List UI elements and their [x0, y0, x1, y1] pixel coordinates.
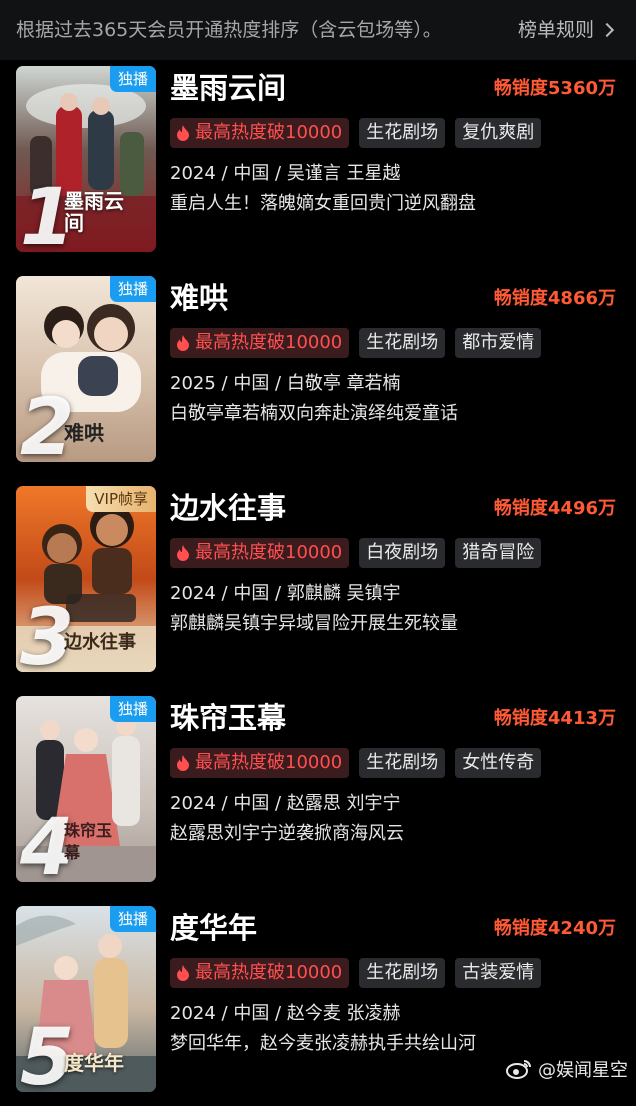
sales-index: 畅销度4240万: [493, 918, 616, 939]
poster-title-text: 难哄: [64, 421, 104, 445]
poster-title-text: 珠帘玉幕: [64, 821, 113, 862]
show-description: 梦回华年，赵今麦张凌赫执手共绘山河: [170, 1033, 476, 1054]
flame-icon: [177, 545, 189, 561]
theater-tag[interactable]: 生花剧场: [359, 328, 446, 358]
sales-index: 畅销度4866万: [493, 288, 616, 309]
show-meta: 2024 / 中国 / 赵露思 刘宇宁: [170, 793, 401, 814]
ranking-description: 根据过去365天会员开通热度排序（含云包场等）。: [16, 19, 442, 41]
weibo-watermark: @娱闻星空: [506, 1056, 628, 1082]
show-meta: 2024 / 中国 / 郭麒麟 吴镇宇: [170, 583, 401, 604]
weibo-icon: [506, 1060, 531, 1079]
poster-image[interactable]: 独播 4 珠帘玉幕: [16, 696, 156, 882]
heat-tag: 最高热度破10000: [170, 118, 350, 148]
exclusive-badge: 独播: [109, 66, 156, 92]
flame-icon: [177, 965, 189, 981]
tag-list: 最高热度破10000 生花剧场 都市爱情: [170, 328, 542, 358]
theater-tag[interactable]: 生花剧场: [359, 748, 446, 778]
theater-tag[interactable]: 生花剧场: [359, 958, 446, 988]
poster-image[interactable]: 独播 5 度华年: [16, 906, 156, 1092]
exclusive-badge: 独播: [109, 906, 156, 932]
tag-list: 最高热度破10000 生花剧场 古装爱情: [170, 958, 542, 988]
ranking-item[interactable]: 独播 4 珠帘玉幕 珠帘玉幕 畅销度4413万 最高热度破10000 生花剧场 …: [0, 696, 636, 896]
sales-index: 畅销度5360万: [493, 78, 616, 99]
genre-tag[interactable]: 女性传奇: [455, 748, 542, 778]
show-meta: 2025 / 中国 / 白敬亭 章若楠: [170, 373, 401, 394]
show-title[interactable]: 度华年: [170, 908, 257, 948]
heat-tag-label: 最高热度破10000: [195, 332, 343, 353]
heat-tag: 最高热度破10000: [170, 538, 350, 568]
sales-index: 畅销度4496万: [493, 498, 616, 519]
poster-title-text: 度华年: [64, 1051, 124, 1075]
show-description: 白敬亭章若楠双向奔赴演绎纯爱童话: [170, 403, 458, 424]
vip-badge: VIP帧享: [86, 486, 156, 512]
flame-icon: [177, 335, 189, 351]
heat-tag: 最高热度破10000: [170, 748, 350, 778]
show-description: 赵露思刘宇宁逆袭掀商海风云: [170, 823, 404, 844]
show-title[interactable]: 边水往事: [170, 488, 286, 528]
heat-tag-label: 最高热度破10000: [195, 542, 343, 563]
show-title[interactable]: 难哄: [170, 278, 228, 318]
genre-tag[interactable]: 都市爱情: [455, 328, 542, 358]
show-meta: 2024 / 中国 / 吴谨言 王星越: [170, 163, 401, 184]
ranking-rules-label: 榜单规则: [517, 19, 594, 41]
ranking-header: 根据过去365天会员开通热度排序（含云包场等）。 榜单规则: [0, 0, 636, 60]
show-description: 郭麒麟吴镇宇异域冒险开展生死较量: [170, 613, 458, 634]
heat-tag-label: 最高热度破10000: [195, 122, 343, 143]
genre-tag[interactable]: 猎奇冒险: [455, 538, 542, 568]
genre-tag[interactable]: 古装爱情: [455, 958, 542, 988]
exclusive-badge: 独播: [109, 276, 156, 302]
exclusive-badge: 独播: [109, 696, 156, 722]
ranking-item[interactable]: 独播 1 墨雨云间 墨雨云间 畅销度5360万 最高热度破10000 生花剧场 …: [0, 66, 636, 266]
chevron-right-icon: [599, 22, 615, 38]
poster-image[interactable]: VIP帧享 3 边水往事: [16, 486, 156, 672]
flame-icon: [177, 125, 189, 141]
show-title[interactable]: 珠帘玉幕: [170, 698, 286, 738]
poster-title-text: 墨雨云间: [64, 189, 124, 235]
sales-index: 畅销度4413万: [493, 708, 616, 729]
tag-list: 最高热度破10000 白夜剧场 猎奇冒险: [170, 538, 542, 568]
tag-list: 最高热度破10000 生花剧场 女性传奇: [170, 748, 542, 778]
heat-tag-label: 最高热度破10000: [195, 962, 343, 983]
ranking-item[interactable]: 独播 2 难哄 难哄 畅销度4866万 最高热度破10000 生花剧场 都市爱情…: [0, 276, 636, 476]
ranking-item[interactable]: VIP帧享 3 边水往事 边水往事 畅销度4496万 最高热度破10000 白夜…: [0, 486, 636, 686]
poster-image[interactable]: 独播 1 墨雨云间: [16, 66, 156, 252]
tag-list: 最高热度破10000 生花剧场 复仇爽剧: [170, 118, 542, 148]
flame-icon: [177, 755, 189, 771]
watermark-text: @娱闻星空: [538, 1060, 628, 1081]
heat-tag-label: 最高热度破10000: [195, 752, 343, 773]
heat-tag: 最高热度破10000: [170, 958, 350, 988]
genre-tag[interactable]: 复仇爽剧: [455, 118, 542, 148]
show-meta: 2024 / 中国 / 赵今麦 张凌赫: [170, 1003, 401, 1024]
poster-title-text: 边水往事: [64, 632, 136, 653]
show-description: 重启人生！落魄嫡女重回贵门逆风翻盘: [170, 193, 476, 214]
heat-tag: 最高热度破10000: [170, 328, 350, 358]
theater-tag[interactable]: 生花剧场: [359, 118, 446, 148]
ranking-rules-link[interactable]: 榜单规则: [517, 16, 615, 44]
poster-image[interactable]: 独播 2 难哄: [16, 276, 156, 462]
theater-tag[interactable]: 白夜剧场: [359, 538, 446, 568]
show-title[interactable]: 墨雨云间: [170, 68, 286, 108]
